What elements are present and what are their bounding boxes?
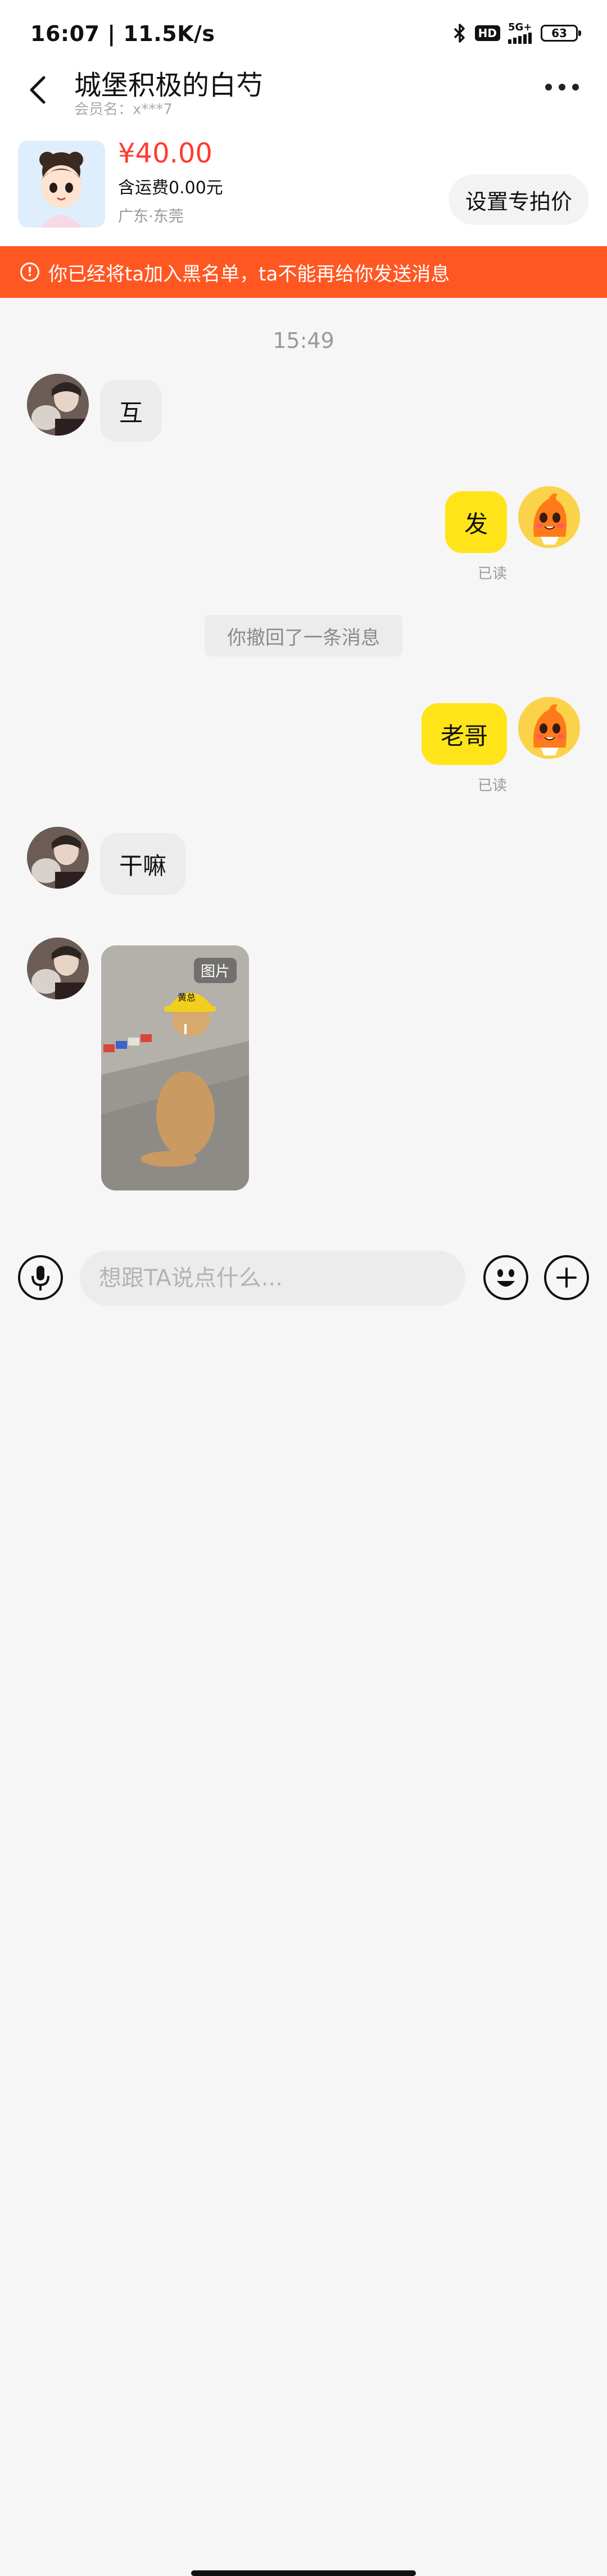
member-name: 会员名：x***7 xyxy=(74,101,173,118)
back-button[interactable] xyxy=(22,67,56,112)
status-time: 16:07 | 11.5K/s xyxy=(30,21,215,46)
plus-icon xyxy=(556,1267,577,1288)
contact-name: 城堡积极的白芍 xyxy=(74,70,264,101)
battery-icon: 63 xyxy=(541,25,581,42)
message-input[interactable] xyxy=(80,1251,465,1306)
read-status: 已读 xyxy=(477,777,507,794)
home-indicator xyxy=(191,2570,416,2576)
emoji-button[interactable] xyxy=(483,1255,528,1300)
message-bubble-sent[interactable]: 老哥 xyxy=(421,703,507,765)
my-avatar[interactable] xyxy=(518,486,580,548)
chat-header: 城堡积极的白芍 会员名：x***7 xyxy=(0,56,607,126)
contact-avatar[interactable] xyxy=(27,938,89,999)
message-bubble-received[interactable]: 干嘛 xyxy=(100,833,186,895)
plus-button[interactable] xyxy=(544,1255,589,1300)
recall-notice: 你撤回了一条消息 xyxy=(205,615,402,657)
bluetooth-icon xyxy=(454,24,465,43)
microphone-icon xyxy=(31,1266,49,1291)
blacklist-banner: ! 你已经将ta加入黑名单，ta不能再给你发送消息 xyxy=(0,246,607,298)
product-location: 广东·东莞 xyxy=(118,208,184,225)
product-price: ¥40.00 xyxy=(118,138,212,169)
signal-icon: 5G+ xyxy=(508,22,533,44)
contact-avatar[interactable] xyxy=(27,827,89,889)
hd-badge: HD xyxy=(474,25,500,41)
image-message[interactable]: 黄总 图片 xyxy=(101,945,249,1190)
more-button[interactable] xyxy=(545,79,585,96)
set-special-price-button[interactable]: 设置专拍价 xyxy=(448,174,589,225)
back-icon xyxy=(30,76,46,104)
read-status: 已读 xyxy=(477,565,507,582)
message-bubble-sent[interactable]: 发 xyxy=(445,491,507,553)
contact-avatar[interactable] xyxy=(27,374,89,436)
helmet-text: 黄总 xyxy=(178,992,196,1003)
product-card[interactable]: ¥40.00 含运费0.00元 广东·东莞 设置专拍价 xyxy=(0,126,607,246)
banner-text: 你已经将ta加入黑名单，ta不能再给你发送消息 xyxy=(48,262,450,286)
alert-icon: ! xyxy=(20,262,39,282)
shipping-fee: 含运费0.00元 xyxy=(118,178,223,198)
my-avatar[interactable] xyxy=(518,697,580,759)
image-badge: 图片 xyxy=(193,958,237,983)
emoji-icon xyxy=(497,1269,515,1287)
more-icon xyxy=(545,84,552,90)
message-bubble-received[interactable]: 互 xyxy=(100,380,162,442)
status-icons: HD 5G+ 63 xyxy=(452,22,581,44)
product-thumbnail[interactable] xyxy=(18,141,105,228)
chat-time-label: 15:49 xyxy=(273,328,334,353)
voice-button[interactable] xyxy=(18,1255,63,1300)
input-bar xyxy=(0,1237,607,2576)
